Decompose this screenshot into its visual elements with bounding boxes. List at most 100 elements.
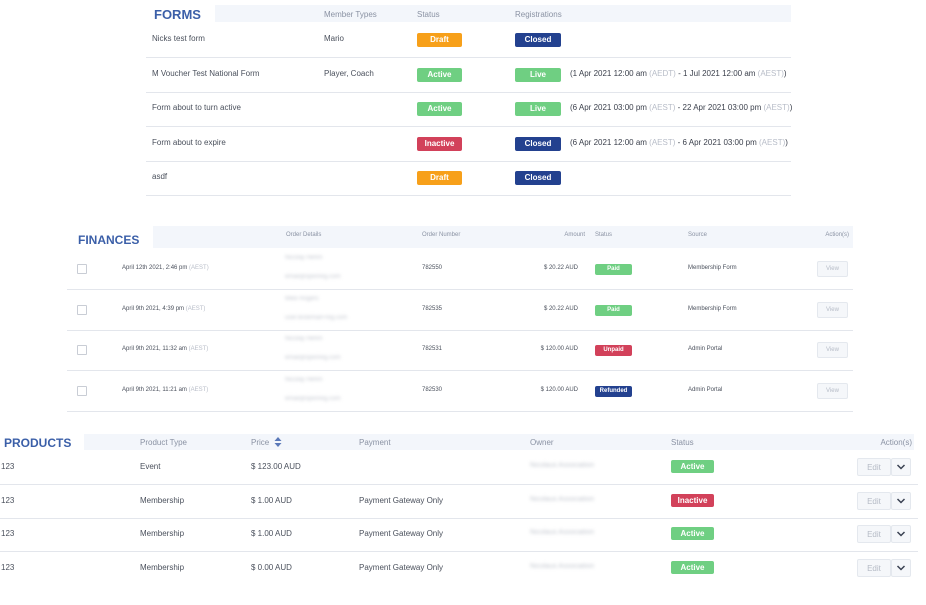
row-checkbox[interactable] [77, 345, 87, 356]
product-type: Membership [140, 495, 185, 505]
order-number: 782535 [422, 305, 443, 312]
view-button[interactable]: View [817, 301, 848, 318]
edit-button[interactable]: Edit [857, 559, 891, 578]
range-close: ) [785, 137, 788, 147]
products-header-price[interactable]: Price [251, 438, 269, 447]
finance-date-timezone: (AEST) [185, 305, 206, 312]
row-divider [0, 484, 918, 485]
order-amount: $ 20.22 AUD [543, 305, 578, 312]
range-start-timezone: (AEST) [649, 137, 676, 147]
form-registration-badge: Closed [515, 136, 561, 151]
products-header-owner: Owner [530, 438, 554, 447]
product-type: Membership [140, 529, 185, 539]
edit-button[interactable]: Edit [857, 491, 891, 510]
products-header-product-type: Product Type [140, 438, 187, 447]
range-start-timezone: (AEDT) [649, 68, 676, 78]
range-end-timezone: (AEST) [757, 68, 784, 78]
product-name[interactable]: 123 [1, 563, 14, 572]
range-start: (6 Apr 2021 12:00 am [570, 137, 650, 147]
product-payment: Payment Gateway Only [359, 529, 444, 539]
order-detail-name: Nicolay Hehm [285, 255, 323, 261]
order-detail-email: email@openreg.com [285, 274, 341, 280]
forms-header-status: Status [417, 10, 440, 19]
order-detail-email: user.testemail+reg.com [285, 314, 348, 321]
finance-date-text: April 12th 2021, 2:46 pm [122, 265, 190, 271]
order-detail-email: email@openreg.com [285, 396, 341, 403]
products-header-actions: Action(s) [880, 438, 912, 447]
row-divider [67, 411, 853, 413]
product-name[interactable]: 123 [1, 529, 14, 538]
finance-date-text: April 9th 2021, 11:32 am [122, 346, 189, 353]
chevron-down-icon[interactable] [896, 498, 906, 504]
range-end: - 1 Jul 2021 12:00 am [675, 68, 758, 78]
chevron-down-icon[interactable] [896, 464, 906, 470]
view-button[interactable]: View [817, 261, 848, 277]
form-status-badge: Draft [417, 33, 462, 47]
range-end-timezone: (AEST) [763, 103, 790, 113]
order-status-badge: Refunded [595, 386, 632, 398]
order-status-badge: Paid [595, 264, 632, 275]
finance-date: April 9th 2021, 11:32 am (AEST) [122, 346, 208, 352]
finance-date-timezone: (AEST) [188, 346, 209, 353]
finance-date: April 9th 2021, 11:21 am (AEST) [122, 387, 208, 393]
product-status-badge: Active [671, 527, 714, 541]
view-button[interactable]: View [817, 342, 848, 359]
product-type: Event [140, 462, 161, 471]
row-divider [67, 329, 853, 331]
sort-icon[interactable] [274, 437, 282, 447]
row-checkbox[interactable] [77, 386, 87, 397]
form-registration-badge: Live [515, 102, 561, 117]
products-header-payment: Payment [359, 438, 391, 447]
order-source: Admin Portal [688, 387, 723, 394]
edit-button[interactable]: Edit [857, 458, 891, 476]
view-button[interactable]: View [817, 383, 848, 400]
row-divider [146, 91, 791, 93]
edit-menu-toggle[interactable] [891, 525, 911, 544]
form-status-badge: Inactive [417, 136, 462, 151]
range-start: (1 Apr 2021 12:00 am [570, 68, 650, 78]
product-price: $ 123.00 AUD [251, 462, 301, 471]
row-divider [67, 289, 853, 290]
order-detail-name: Nicolay Hehm [285, 377, 323, 384]
product-name[interactable]: 123 [1, 496, 14, 505]
finances-header-order-number: Order Number [422, 232, 461, 238]
finances-title: FINANCES [78, 233, 140, 247]
finances-header-actions: Action(s) [825, 232, 849, 238]
edit-button[interactable]: Edit [857, 525, 891, 544]
chevron-down-icon[interactable] [896, 565, 906, 571]
range-start-timezone: (AEST) [649, 103, 676, 113]
form-name[interactable]: asdf [152, 172, 167, 181]
order-source: Membership Form [688, 305, 737, 312]
finances-header-status: Status [595, 232, 613, 238]
form-registration-range: (1 Apr 2021 12:00 am (AEDT) - 1 Jul 2021… [570, 69, 787, 78]
products-header-status: Status [671, 438, 694, 447]
order-amount: $ 20.22 AUD [543, 265, 578, 271]
edit-menu-toggle[interactable] [891, 491, 911, 510]
forms-header-registrations: Registrations [515, 10, 562, 19]
row-divider [146, 57, 791, 58]
chevron-down-icon[interactable] [896, 531, 906, 537]
row-divider [0, 517, 918, 519]
order-detail-email: email@openreg.com [285, 355, 341, 362]
form-name[interactable]: Form about to turn active [152, 103, 241, 112]
order-number: 782531 [422, 346, 443, 353]
form-name[interactable]: Form about to expire [152, 138, 226, 147]
order-status-badge: Paid [595, 304, 632, 316]
finances-header-band [153, 226, 853, 248]
edit-menu-toggle[interactable] [891, 559, 911, 578]
form-registration-badge: Closed [515, 171, 561, 186]
order-source: Membership Form [688, 265, 737, 271]
form-registration-range: (6 Apr 2021 12:00 am (AEST) - 6 Apr 2021… [570, 138, 788, 147]
form-name[interactable]: M Voucher Test National Form [152, 69, 259, 78]
range-close: ) [789, 103, 793, 113]
range-end: - 22 Apr 2021 03:00 pm [675, 103, 764, 113]
edit-menu-toggle[interactable] [891, 458, 911, 476]
form-name[interactable]: Nicks test form [152, 34, 205, 43]
finance-date-text: April 9th 2021, 4:39 pm [122, 305, 186, 312]
product-status-badge: Active [671, 460, 714, 473]
row-checkbox[interactable] [77, 264, 87, 274]
form-registration-badge: Closed [515, 33, 561, 47]
row-checkbox[interactable] [77, 304, 87, 315]
row-divider [146, 195, 791, 197]
product-name[interactable]: 123 [1, 462, 14, 471]
